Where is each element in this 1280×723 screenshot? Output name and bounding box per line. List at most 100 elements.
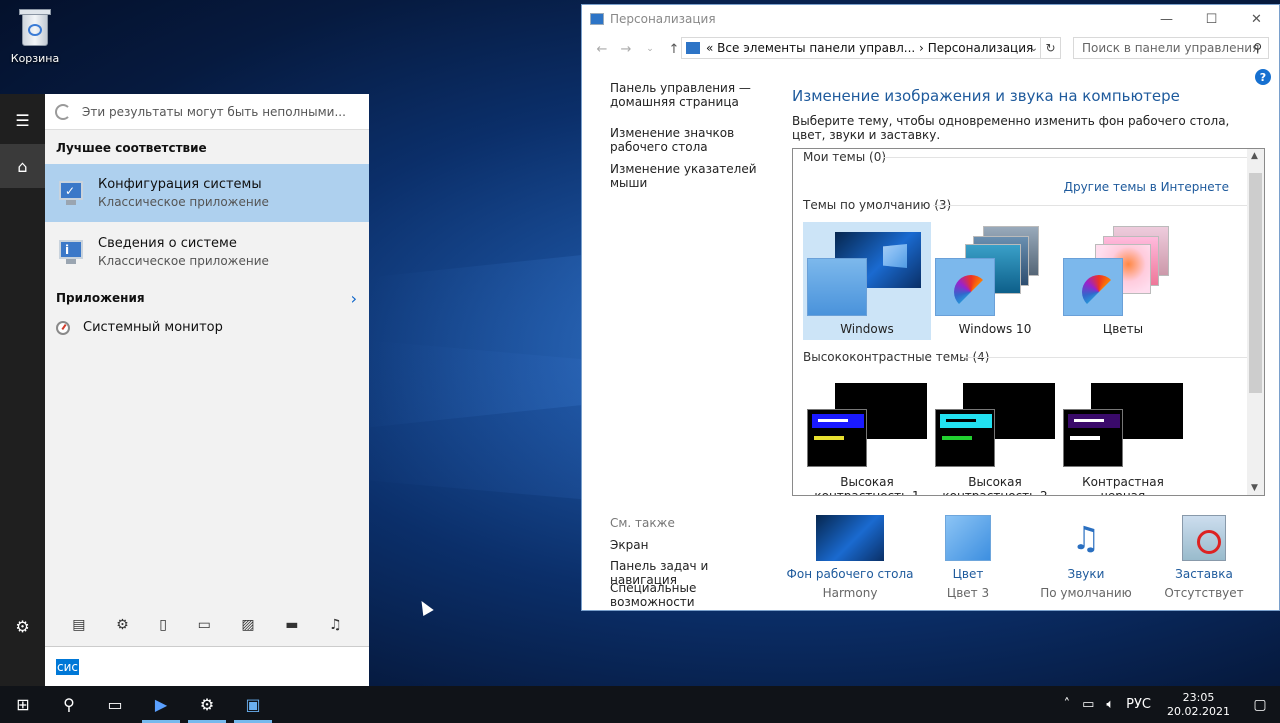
apps-section-header[interactable]: Приложения › xyxy=(45,287,369,309)
close-icon[interactable]: ✕ xyxy=(1234,5,1279,33)
setting-label[interactable]: Заставка xyxy=(1139,567,1269,581)
setting-value: Цвет 3 xyxy=(946,586,990,600)
setting-label[interactable]: Цвет xyxy=(903,567,1033,581)
result-msinfo[interactable]: i Сведения о системе Классическое прилож… xyxy=(45,223,369,281)
incomplete-results-notice: Эти результаты могут быть неполными... xyxy=(45,94,369,130)
theme-high-contrast-1[interactable]: Высокая контрастность 1 xyxy=(803,375,931,495)
page-description: Выберите тему, чтобы одновременно измени… xyxy=(792,114,1230,142)
theme-label: Windows xyxy=(840,322,894,336)
home-icon[interactable]: ⌂ xyxy=(0,144,45,188)
sounds-setting[interactable]: ♫ Звуки По умолчанию xyxy=(1021,515,1151,600)
high-contrast-title: Высококонтрастные темы (4) xyxy=(803,350,990,364)
minimize-icon[interactable]: — xyxy=(1144,5,1189,33)
control-panel-search-input[interactable]: Поиск в панели управления ⚲ xyxy=(1073,37,1269,59)
breadcrumb-personalization[interactable]: Персонализация xyxy=(928,41,1034,55)
theme-high-contrast-2[interactable]: Высокая контрастность 2 xyxy=(931,375,1059,496)
desktop-background-thumb xyxy=(816,515,884,561)
themes-scrollbar[interactable]: ▲ ▼ xyxy=(1247,149,1264,495)
help-icon[interactable]: ? xyxy=(1255,69,1271,85)
page-heading: Изменение изображения и звука на компьют… xyxy=(792,87,1180,105)
color-swatch xyxy=(945,515,991,561)
window-title: Персонализация xyxy=(610,12,716,26)
theme-windows[interactable]: Windows xyxy=(803,222,931,340)
recycle-bin-image xyxy=(18,6,52,46)
refresh-icon[interactable]: ↻ xyxy=(1040,38,1060,58)
nav-change-mouse-pointers[interactable]: Изменение указателей мыши xyxy=(610,162,770,190)
search-results-panel: Эти результаты могут быть неполными... Л… xyxy=(45,94,369,686)
search-icon[interactable]: ⚲ xyxy=(46,686,92,723)
taskbar: ⊞ ⚲ ▭ ▶ ⚙ ▣ ˄ ▭ 🔈︎ РУС 23:05 20.02.2021 … xyxy=(0,686,1280,723)
result-subtitle: Классическое приложение xyxy=(98,195,269,209)
default-themes-title: Темы по умолчанию (3) xyxy=(803,198,952,212)
theme-windows-10[interactable]: Windows 10 xyxy=(931,222,1059,340)
task-view-icon[interactable]: ▭ xyxy=(92,686,138,723)
breadcrumb-all-items[interactable]: Все элементы панели управл... xyxy=(717,41,915,55)
best-match-title: Лучшее соответствие xyxy=(56,141,207,155)
language-indicator[interactable]: РУС xyxy=(1120,697,1157,712)
system-tray: ˄ ▭ 🔈︎ РУС 23:05 20.02.2021 ▢ xyxy=(1058,686,1280,723)
forward-arrow-icon[interactable]: → xyxy=(614,42,638,57)
back-arrow-icon[interactable]: ← xyxy=(590,42,614,57)
start-rail: ☰ ⌂ ⚙ xyxy=(0,94,45,686)
theme-flowers[interactable]: Цветы xyxy=(1059,222,1187,340)
result-perfmon[interactable]: Системный монитор xyxy=(56,320,223,335)
scroll-thumb[interactable] xyxy=(1249,173,1262,393)
result-msconfig[interactable]: ✓ Конфигурация системы Классическое прил… xyxy=(45,164,369,222)
search-icon[interactable]: ⚲ xyxy=(1253,41,1262,55)
setting-value: Отсутствует xyxy=(1164,586,1244,600)
setting-label[interactable]: Звуки xyxy=(1021,567,1151,581)
nav-change-desktop-icons[interactable]: Изменение значков рабочего стола xyxy=(610,126,770,154)
search-placeholder: Поиск в панели управления xyxy=(1082,41,1260,55)
filter-documents-icon[interactable]: ▯ xyxy=(159,617,167,633)
network-icon[interactable]: ▭ xyxy=(1076,697,1100,712)
volume-icon[interactable]: 🔈︎ xyxy=(1100,697,1120,712)
desktop-background-setting[interactable]: Фон рабочего стола Harmony xyxy=(785,515,915,600)
filter-apps-icon[interactable]: ▭ xyxy=(198,617,211,633)
settings-gear-icon[interactable]: ⚙ xyxy=(0,604,45,648)
filter-photos-icon[interactable]: ▨ xyxy=(241,617,254,633)
address-bar[interactable]: « Все элементы панели управл... › Персон… xyxy=(681,37,1061,59)
notifications-icon[interactable]: ▢ xyxy=(1240,686,1280,723)
control-panel-taskbar-icon[interactable]: ▣ xyxy=(230,686,276,723)
screensaver-setting[interactable]: Заставка Отсутствует xyxy=(1139,515,1269,600)
control-panel-icon xyxy=(590,13,604,25)
navigation-bar: ← → ⌄ ↑ « Все элементы панели управл... … xyxy=(582,33,1279,65)
address-dropdown-icon[interactable]: ⌄ xyxy=(1030,43,1038,54)
setting-label[interactable]: Фон рабочего стола xyxy=(785,567,915,581)
filter-videos-icon[interactable]: ▬ xyxy=(285,617,298,633)
see-also-accessibility[interactable]: Специальные возможности xyxy=(610,581,770,609)
window-titlebar[interactable]: Персонализация — ☐ ✕ xyxy=(582,5,1279,33)
scroll-up-icon[interactable]: ▲ xyxy=(1251,151,1258,161)
filter-web-icon[interactable]: ▤ xyxy=(72,617,85,633)
recycle-bin-label: Корзина xyxy=(10,52,60,65)
show-hidden-icons-icon[interactable]: ˄ xyxy=(1058,697,1077,712)
nav-control-panel-home[interactable]: Панель управления — домашняя страница xyxy=(610,81,770,109)
address-prefix: « xyxy=(706,41,714,55)
theme-high-contrast-black[interactable]: Контрастная черная xyxy=(1059,375,1187,496)
theme-label: Высокая контрастность 2 xyxy=(942,475,1048,496)
powershell-icon[interactable]: ▶ xyxy=(138,686,184,723)
recycle-bin-icon[interactable]: Корзина xyxy=(8,6,62,65)
chevron-right-icon[interactable]: › xyxy=(351,289,357,308)
see-also-display[interactable]: Экран xyxy=(610,538,770,552)
clock[interactable]: 23:05 20.02.2021 xyxy=(1157,691,1240,719)
more-themes-online-link[interactable]: Другие темы в Интернете xyxy=(1064,180,1229,194)
maximize-icon[interactable]: ☐ xyxy=(1189,5,1234,33)
setting-value: По умолчанию xyxy=(1040,586,1132,600)
recent-dropdown-icon[interactable]: ⌄ xyxy=(638,44,662,54)
theme-label: Контрастная черная xyxy=(1082,475,1164,496)
color-setting[interactable]: Цвет Цвет 3 xyxy=(903,515,1033,600)
result-title: Сведения о системе xyxy=(98,236,237,251)
scroll-down-icon[interactable]: ▼ xyxy=(1251,483,1258,493)
search-input[interactable]: сис xyxy=(45,646,369,686)
sounds-music-icon: ♫ xyxy=(1071,519,1101,557)
filter-settings-icon[interactable]: ⚙ xyxy=(116,617,129,633)
apps-title: Приложения xyxy=(56,291,145,305)
filter-music-icon[interactable]: ♫ xyxy=(329,617,342,633)
settings-icon[interactable]: ⚙ xyxy=(184,686,230,723)
system-info-icon: i xyxy=(57,238,85,266)
mouse-cursor-icon xyxy=(416,597,434,617)
personalization-window: Персонализация — ☐ ✕ ← → ⌄ ↑ « Все элеме… xyxy=(581,4,1280,611)
start-windows-icon[interactable]: ⊞ xyxy=(0,686,46,723)
hamburger-menu-icon[interactable]: ☰ xyxy=(0,98,45,142)
